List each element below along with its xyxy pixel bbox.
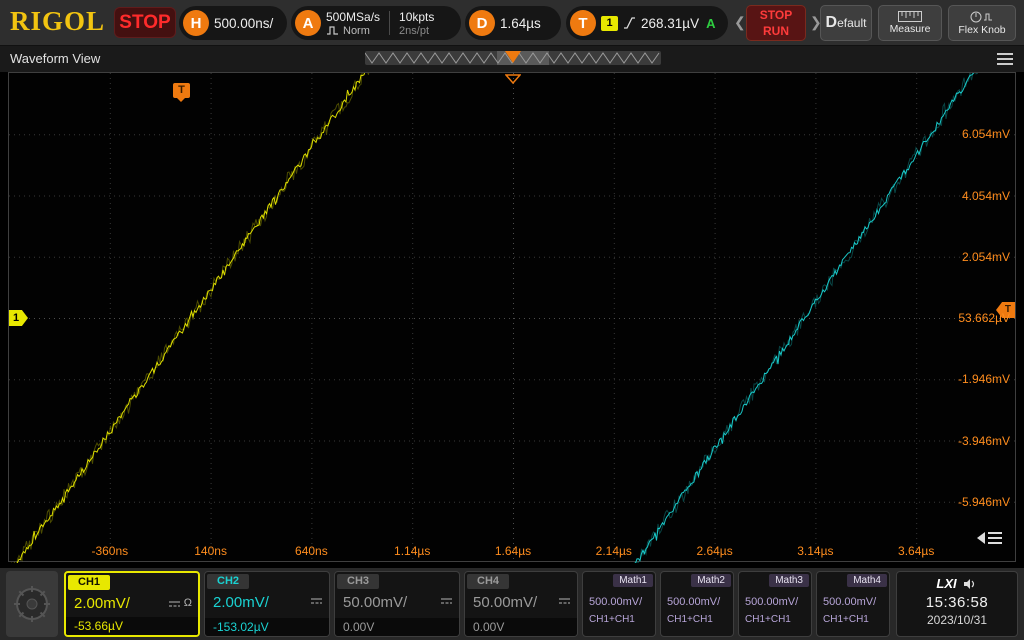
lxi-badge: LXI bbox=[936, 576, 956, 591]
math-box-math3[interactable]: Math3 500.00mV/CH1+CH1 bbox=[738, 571, 812, 637]
math-scale: 500.00mV/ bbox=[667, 596, 720, 608]
horizontal-timebase-control[interactable]: H 500.00ns/ bbox=[179, 6, 287, 40]
channel-tab[interactable]: CH2 bbox=[207, 574, 249, 589]
hamburger-menu-icon[interactable] bbox=[996, 52, 1014, 66]
math-expression: CH1+CH1 bbox=[745, 614, 791, 625]
run-state-indicator: STOP bbox=[114, 7, 176, 38]
math-box-math4[interactable]: Math4 500.00mV/CH1+CH1 bbox=[816, 571, 890, 637]
channel-box-ch4[interactable]: CH4 50.00mV/0.00V bbox=[464, 571, 578, 637]
math-tab[interactable]: Math2 bbox=[691, 574, 731, 587]
channel-scale: 50.00mV/ bbox=[343, 594, 407, 611]
flex-knob-button[interactable]: Flex Knob bbox=[948, 5, 1016, 41]
measure-icon bbox=[898, 11, 922, 22]
sample-resolution: 2ns/pt bbox=[399, 25, 434, 37]
oscilloscope-screen: RIGOL STOP H 500.00ns/ A 500MSa/s Norm 1… bbox=[0, 0, 1024, 640]
channel-offset: -153.02µV bbox=[205, 618, 329, 636]
flex-knob-icon bbox=[970, 11, 994, 23]
math-expression: CH1+CH1 bbox=[589, 614, 635, 625]
math-scale: 500.00mV/ bbox=[589, 596, 642, 608]
channel-offset: 0.00V bbox=[335, 618, 459, 636]
waveform-overview-strip[interactable] bbox=[365, 51, 661, 65]
settings-knob-button[interactable] bbox=[6, 571, 58, 637]
view-title: Waveform View bbox=[10, 46, 100, 72]
channel-box-ch1[interactable]: CH1 2.00mV/Ω -53.66µV bbox=[64, 571, 200, 637]
channel-scale: 2.00mV/ bbox=[74, 595, 130, 612]
acq-mode: Norm bbox=[343, 25, 370, 37]
channel-coupling-icons: Ω bbox=[168, 597, 192, 609]
math-scale: 500.00mV/ bbox=[823, 596, 876, 608]
math-tab[interactable]: Math3 bbox=[769, 574, 809, 587]
trigger-mode-flag: A bbox=[706, 16, 715, 31]
channel-scale: 50.00mV/ bbox=[473, 594, 537, 611]
dc-coupling-icon bbox=[558, 596, 571, 605]
trigger-control[interactable]: T 1 268.31µV A bbox=[566, 6, 728, 40]
channel-coupling-icons bbox=[310, 596, 323, 605]
dc-coupling-icon bbox=[310, 596, 323, 605]
math-expression: CH1+CH1 bbox=[823, 614, 869, 625]
square-wave-icon bbox=[326, 26, 339, 35]
run-label: RUN bbox=[763, 24, 789, 38]
rigol-logo: RIGOL bbox=[10, 6, 105, 37]
sample-rate: 500MSa/s bbox=[326, 10, 380, 24]
divider bbox=[389, 11, 390, 35]
math-tab[interactable]: Math4 bbox=[847, 574, 887, 587]
channel-coupling-icons bbox=[558, 596, 571, 605]
trigger-level-value: 268.31µV bbox=[641, 16, 699, 31]
overview-waveform bbox=[365, 51, 661, 65]
stop-run-button[interactable]: STOP RUN bbox=[746, 5, 806, 41]
knob-gear-icon bbox=[12, 580, 52, 628]
flex-knob-label: Flex Knob bbox=[958, 24, 1005, 36]
math-box-math1[interactable]: Math1 500.00mV/CH1+CH1 bbox=[582, 571, 656, 637]
channel-coupling-icons bbox=[440, 596, 453, 605]
default-button[interactable]: Default bbox=[820, 5, 872, 41]
waveform-display-area[interactable]: T 1 T -360ns140ns640ns1.14µs1.64µs2.14µs… bbox=[8, 72, 1016, 562]
channel-scale: 2.00mV/ bbox=[213, 594, 269, 611]
channel-offset: 0.00V bbox=[465, 618, 577, 636]
acquisition-control[interactable]: A 500MSa/s Norm 10kpts 2ns/pt bbox=[291, 6, 461, 40]
clock: 15:36:58 bbox=[897, 594, 1017, 611]
waveform-view-bar: Waveform View bbox=[0, 46, 1024, 72]
measure-label: Measure bbox=[890, 23, 931, 35]
dc-coupling-icon bbox=[168, 599, 181, 608]
channel-box-ch2[interactable]: CH2 2.00mV/ -153.02µV bbox=[204, 571, 330, 637]
channel-box-ch3[interactable]: CH3 50.00mV/0.00V bbox=[334, 571, 460, 637]
memory-depth: 10kpts bbox=[399, 10, 434, 24]
t-badge-icon: T bbox=[570, 10, 596, 36]
speaker-icon bbox=[963, 578, 978, 590]
channel-offset: -53.66µV bbox=[66, 617, 198, 635]
top-toolbar: RIGOL STOP H 500.00ns/ A 500MSa/s Norm 1… bbox=[0, 0, 1024, 46]
chevron-left-icon[interactable]: ❮ bbox=[734, 14, 746, 31]
collapse-menu-icon[interactable] bbox=[977, 528, 1003, 548]
delay-value: 1.64µs bbox=[500, 16, 541, 31]
math-tab[interactable]: Math1 bbox=[613, 574, 653, 587]
math-expression: CH1+CH1 bbox=[667, 614, 713, 625]
graticule-and-traces bbox=[9, 73, 1017, 563]
math-scale: 500.00mV/ bbox=[745, 596, 798, 608]
math-box-math2[interactable]: Math2 500.00mV/CH1+CH1 bbox=[660, 571, 734, 637]
trigger-position-indicator-icon bbox=[505, 74, 521, 84]
trigger-delay-control[interactable]: D 1.64µs bbox=[465, 6, 561, 40]
timebase-value: 500.00ns/ bbox=[214, 16, 273, 31]
trigger-position-flag[interactable]: T bbox=[173, 83, 190, 98]
measure-button[interactable]: Measure bbox=[878, 5, 942, 41]
h-badge-icon: H bbox=[183, 10, 209, 36]
channel-tab[interactable]: CH1 bbox=[68, 575, 110, 590]
impedance-icon: Ω bbox=[184, 597, 192, 609]
stop-label: STOP bbox=[760, 8, 792, 22]
date: 2023/10/31 bbox=[897, 613, 1017, 627]
system-status-box[interactable]: LXI 15:36:58 2023/10/31 bbox=[896, 571, 1018, 637]
channel-tab[interactable]: CH4 bbox=[467, 574, 509, 589]
d-badge-icon: D bbox=[469, 10, 495, 36]
a-badge-icon: A bbox=[295, 10, 321, 36]
trigger-slope-icon bbox=[623, 16, 636, 30]
default-label: Default bbox=[826, 14, 867, 32]
trigger-source-chip: 1 bbox=[601, 16, 618, 31]
channel-tab[interactable]: CH3 bbox=[337, 574, 379, 589]
dc-coupling-icon bbox=[440, 596, 453, 605]
channel-status-bar: CH12.00mV/Ω-53.66µVCH22.00mV/-153.02µVCH… bbox=[0, 568, 1024, 640]
